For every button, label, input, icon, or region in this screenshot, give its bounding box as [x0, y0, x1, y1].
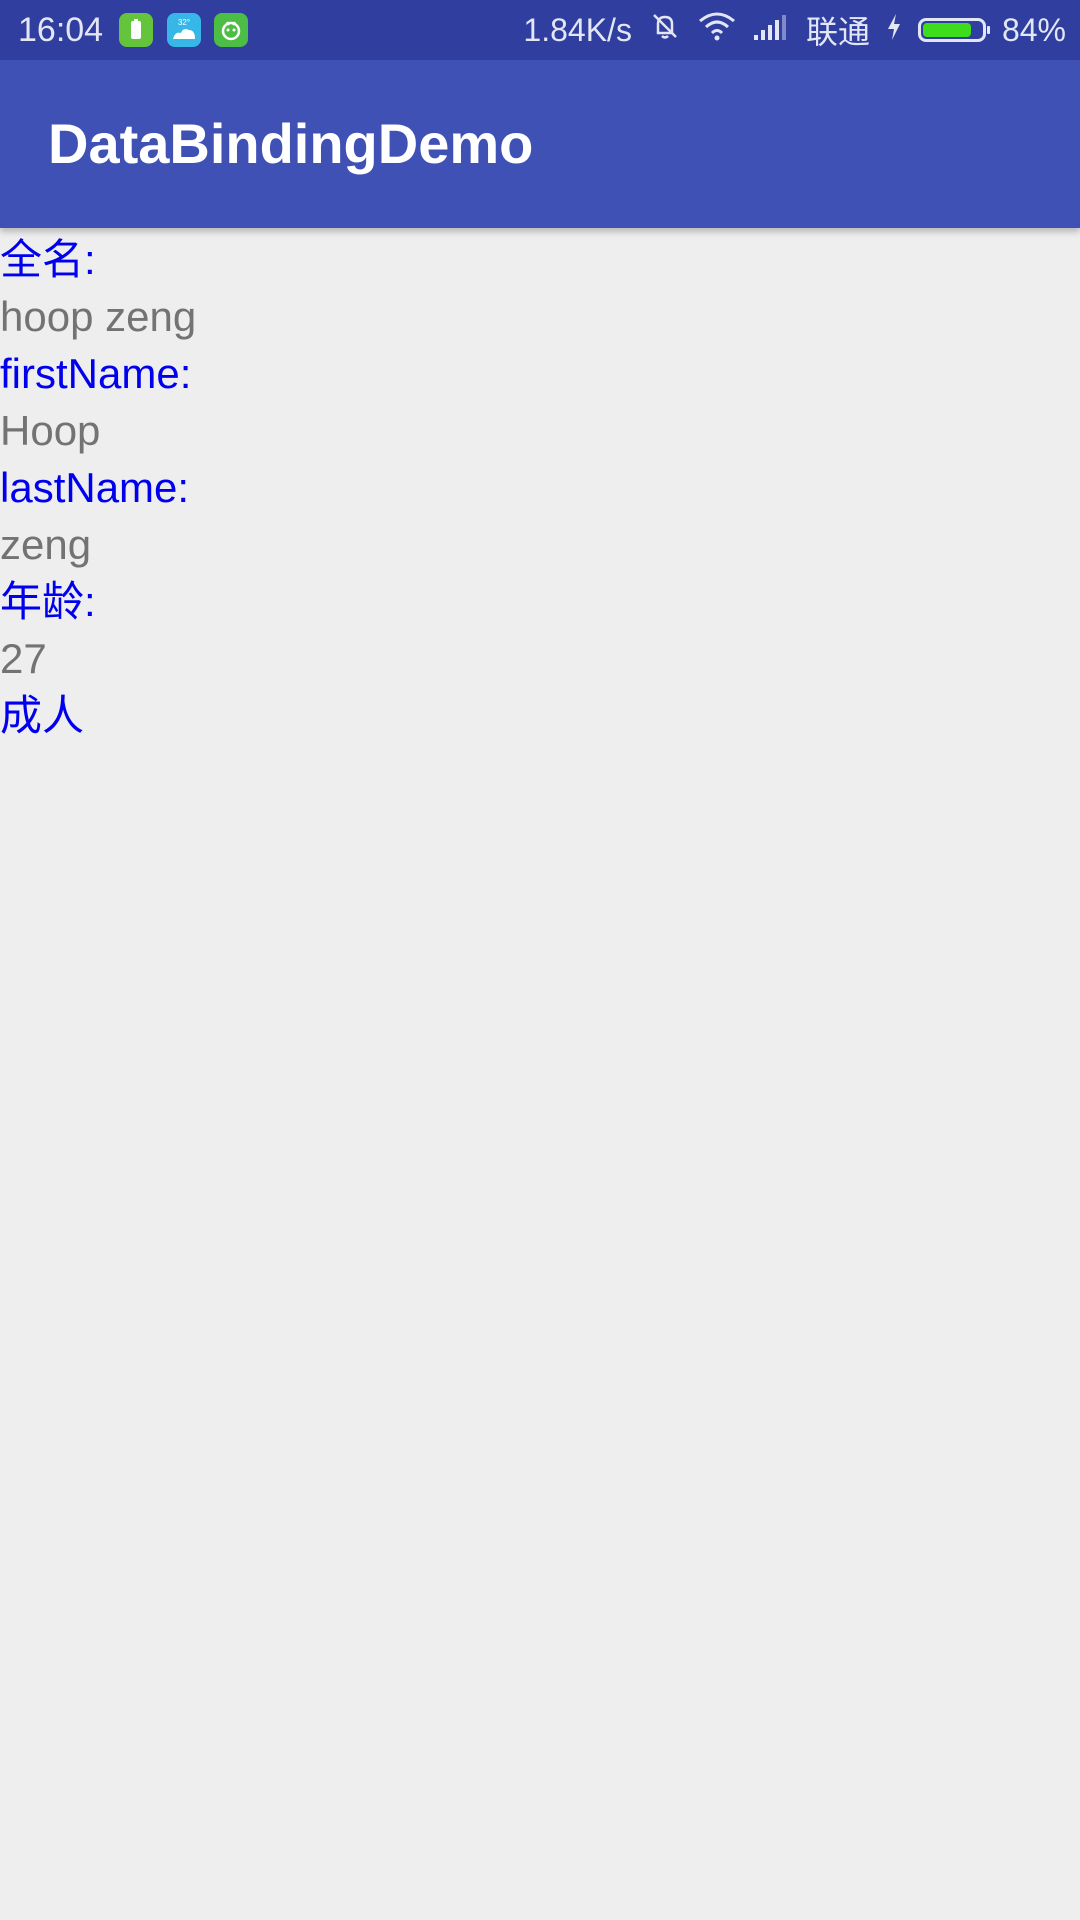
carrier-label: 联通 [805, 14, 870, 50]
silent-alarm-icon [648, 9, 682, 51]
status-time: 16:04 [18, 11, 104, 49]
last-name-value: zeng [0, 521, 92, 568]
age-label: 年龄: [0, 578, 96, 625]
first-name-value: Hoop [0, 407, 101, 454]
weather-app-icon: 32° [167, 13, 201, 47]
content-list: 全名: hoop zeng firstName: Hoop lastName: … [0, 231, 1080, 744]
app-bar: DataBindingDemo [0, 60, 1080, 228]
battery-fill [922, 23, 972, 37]
weather-temp-label: 32° [178, 18, 190, 27]
full-name-label: 全名: [0, 236, 96, 283]
wifi-icon [698, 11, 736, 49]
signal-icon [752, 12, 790, 49]
adult-status-label: 成人 [0, 692, 85, 739]
battery-percent: 84% [1001, 11, 1066, 48]
status-right-group: 1.84K/s 联通 84% [523, 8, 1066, 52]
last-name-label: lastName: [0, 464, 190, 511]
app-title: DataBindingDemo [48, 112, 534, 175]
status-bar: 16:04 32° 1.84K/s 联通 84% [0, 0, 1080, 60]
charging-icon [886, 12, 902, 49]
battery-app-icon [119, 13, 153, 47]
android-app-icon [214, 13, 248, 47]
full-name-value: hoop zeng [0, 293, 197, 340]
network-speed: 1.84K/s [523, 11, 632, 48]
age-value: 27 [0, 635, 47, 682]
first-name-label: firstName: [0, 350, 192, 397]
battery-icon [917, 18, 990, 42]
